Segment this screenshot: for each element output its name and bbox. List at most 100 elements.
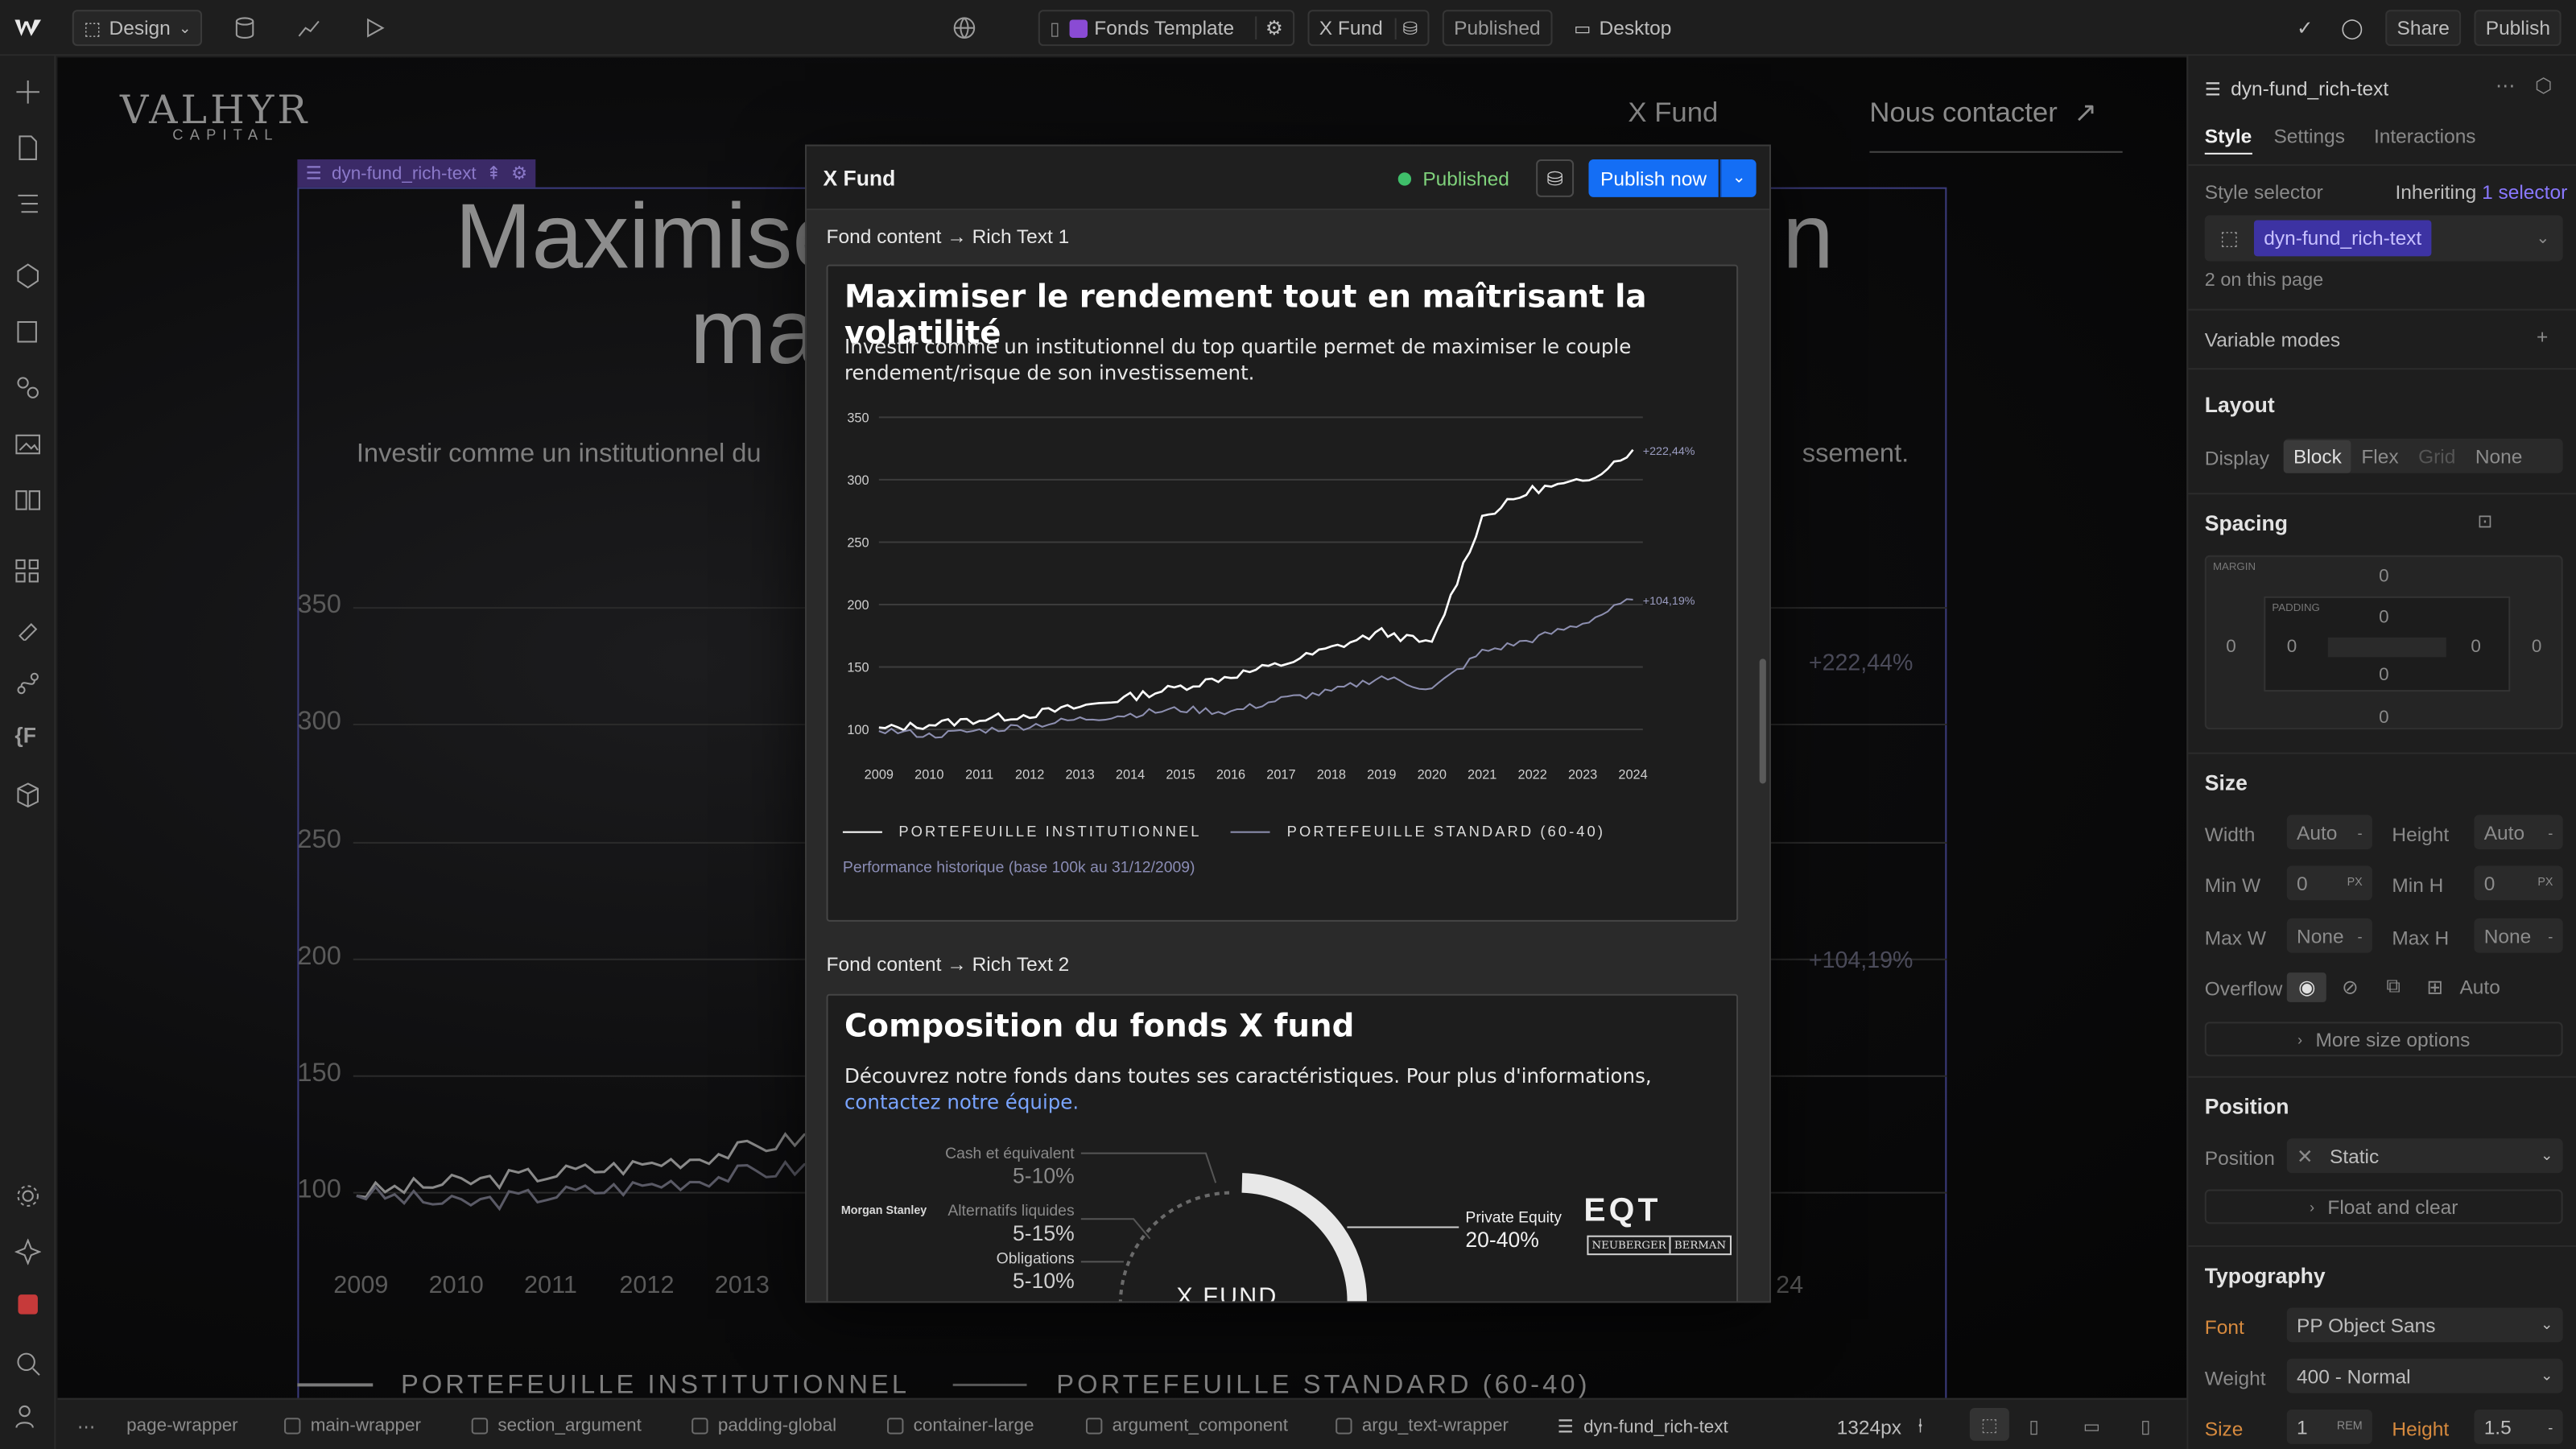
share-button[interactable]: Share — [2385, 10, 2462, 47]
spacing-preset-icon[interactable]: ⊡ — [2478, 511, 2493, 532]
package-icon[interactable] — [14, 782, 41, 808]
padding-bottom-value[interactable]: 0 — [2379, 666, 2388, 685]
breadcrumb-argument-component[interactable]: argument_component — [1085, 1416, 1288, 1436]
publish-options-chevron-icon[interactable]: ⌄ — [1719, 159, 1757, 197]
breadcrumb-padding-global[interactable]: padding-global — [691, 1416, 836, 1436]
float-and-clear-button[interactable]: › Float and clear — [2204, 1189, 2563, 1224]
display-block[interactable]: Block — [2283, 439, 2352, 473]
breadcrumb-dyn-fund-rich-text[interactable]: ☰ dyn-fund_rich-text — [1558, 1416, 1728, 1438]
overflow-hidden-icon[interactable]: ⊘ — [2327, 972, 2373, 1001]
publish-now-button[interactable]: Publish now — [1588, 159, 1719, 197]
breadcrumb-more-icon[interactable]: ⋯ — [77, 1416, 95, 1437]
margin-right-value[interactable]: 0 — [2532, 638, 2541, 657]
display-flex[interactable]: Flex — [2351, 440, 2409, 473]
position-section-title[interactable]: Position — [2205, 1094, 2289, 1119]
line-height-input[interactable]: 1.5- — [2474, 1410, 2563, 1444]
margin-left-value[interactable]: 0 — [2226, 638, 2235, 657]
tab-style[interactable]: Style — [2204, 125, 2252, 155]
spacing-section-title[interactable]: Spacing — [2205, 511, 2288, 536]
margin-bottom-value[interactable]: 0 — [2379, 708, 2388, 728]
users-icon[interactable] — [14, 1403, 41, 1430]
breadcrumb-main-wrapper[interactable]: main-wrapper — [284, 1416, 421, 1436]
page-settings-gear-icon[interactable]: ⚙ — [1255, 16, 1283, 39]
style-guide-icon[interactable] — [14, 319, 41, 345]
contact-link[interactable]: contactez notre équipe. — [844, 1091, 1079, 1114]
overflow-visible-eye-icon[interactable]: ◉ — [2286, 972, 2327, 1001]
size-section-title[interactable]: Size — [2205, 770, 2248, 795]
layout-section-title[interactable]: Layout — [2205, 393, 2275, 418]
mobile-landscape-icon[interactable]: ▭ — [2083, 1416, 2100, 1437]
globe-icon[interactable] — [953, 10, 976, 46]
min-height-unit[interactable]: PX — [2537, 877, 2553, 889]
max-width-input[interactable]: None - — [2286, 918, 2372, 953]
padding-top-value[interactable]: 0 — [2379, 608, 2388, 627]
breakpoint-selector[interactable]: ▭ Desktop — [1574, 10, 1671, 46]
book-icon[interactable] — [14, 486, 41, 513]
overflow-auto[interactable]: Auto — [2456, 972, 2504, 1001]
min-height-input[interactable]: 0 PX — [2474, 865, 2563, 901]
selector-chip[interactable]: dyn-fund_rich-text — [2253, 220, 2432, 257]
variables-icon[interactable] — [14, 374, 41, 401]
more-options-icon[interactable]: ⋯ — [2496, 74, 2515, 97]
chevron-down-icon[interactable]: ⌄ — [2536, 229, 2549, 247]
breadcrumb-page-wrapper[interactable]: page-wrapper — [126, 1416, 238, 1435]
brush-icon[interactable] — [14, 614, 41, 641]
min-width-input[interactable]: 0 PX — [2286, 865, 2372, 901]
min-width-unit[interactable]: PX — [2347, 877, 2363, 889]
more-size-options-button[interactable]: › More size options — [2204, 1022, 2563, 1057]
search-icon[interactable] — [14, 1351, 41, 1377]
ai-sparkle-icon[interactable] — [14, 1238, 42, 1265]
padding-right-value[interactable]: 0 — [2471, 638, 2481, 657]
code-braces-icon[interactable]: {F — [14, 723, 41, 749]
overflow-options[interactable]: ◉ ⊘ ⧉ ⊞ Auto — [2286, 969, 2563, 1004]
add-element-icon[interactable] — [14, 79, 41, 105]
breadcrumb-argu-text-wrapper[interactable]: argu_text-wrapper — [1335, 1416, 1509, 1436]
add-variable-mode-icon[interactable]: + — [2537, 325, 2548, 349]
webflow-logo-icon[interactable] — [13, 10, 43, 46]
overflow-scroll-icon[interactable]: ⧉ — [2373, 971, 2413, 1002]
collection-item-selector[interactable]: X Fund ⛁ — [1307, 10, 1430, 47]
spacing-box-model[interactable]: MARGIN PADDING 0 0 0 0 0 0 0 0 — [2204, 555, 2563, 730]
breadcrumb-section-argument[interactable]: section_argument — [471, 1416, 642, 1436]
rich-text-1-editor[interactable]: Maximiser le rendement tout en maîtrisan… — [826, 264, 1739, 922]
width-input[interactable]: Auto - — [2286, 815, 2372, 850]
max-height-input[interactable]: None - — [2474, 918, 2563, 953]
component-icon[interactable]: ⬡ — [2535, 74, 2552, 97]
weight-select[interactable]: 400 - Normal ⌄ — [2286, 1358, 2563, 1393]
cms-icon[interactable] — [233, 10, 257, 46]
tablet-icon[interactable]: ▯ — [2029, 1416, 2038, 1437]
analytics-icon[interactable] — [297, 10, 320, 46]
typography-section-title[interactable]: Typography — [2205, 1263, 2326, 1288]
font-size-unit[interactable]: REM — [2337, 1421, 2363, 1432]
position-select[interactable]: ✕ Static ⌄ — [2286, 1138, 2563, 1174]
display-options[interactable]: Block Flex Grid None — [2283, 438, 2563, 473]
tab-interactions[interactable]: Interactions — [2374, 125, 2476, 148]
inheriting-info[interactable]: Inheriting 1 selector — [2395, 180, 2567, 204]
selector-field[interactable]: ⬚ dyn-fund_rich-text ⌄ — [2204, 215, 2563, 262]
breadcrumb-container-large[interactable]: container-large — [887, 1416, 1034, 1436]
rich-text-2-editor[interactable]: Composition du fonds X fund Découvrez no… — [826, 993, 1739, 1302]
tab-settings[interactable]: Settings — [2273, 125, 2344, 148]
mobile-portrait-icon[interactable]: ▯ — [2140, 1416, 2150, 1437]
display-grid[interactable]: Grid — [2409, 440, 2466, 473]
stage-changes-icon[interactable]: ⛁ — [1536, 159, 1575, 197]
font-select[interactable]: PP Object Sans ⌄ — [2286, 1307, 2563, 1343]
viewport-width[interactable]: 1324px ⍿ — [1837, 1414, 1923, 1439]
display-none[interactable]: None — [2466, 440, 2533, 473]
ruler-icon[interactable]: ⬚ — [1969, 1407, 2009, 1441]
pages-icon[interactable] — [14, 134, 41, 161]
audit-icon[interactable] — [18, 1294, 38, 1315]
apps-icon[interactable] — [14, 559, 41, 585]
font-size-input[interactable]: 1 REM — [2286, 1410, 2372, 1444]
check-icon[interactable]: ✓ — [2297, 10, 2314, 46]
comments-icon[interactable]: ◯ — [2341, 10, 2363, 46]
assets-icon[interactable] — [14, 431, 41, 457]
cms-item-icon[interactable]: ⛁ — [1394, 17, 1418, 39]
settings-gear-icon[interactable] — [14, 1183, 41, 1209]
padding-left-value[interactable]: 0 — [2287, 638, 2297, 657]
preview-play-icon[interactable] — [363, 10, 386, 46]
modal-scrollbar[interactable] — [1759, 658, 1766, 784]
publish-button[interactable]: Publish — [2474, 10, 2562, 47]
design-mode-dropdown[interactable]: ⬚ Design ⌄ — [72, 10, 203, 47]
margin-top-value[interactable]: 0 — [2379, 567, 2388, 586]
